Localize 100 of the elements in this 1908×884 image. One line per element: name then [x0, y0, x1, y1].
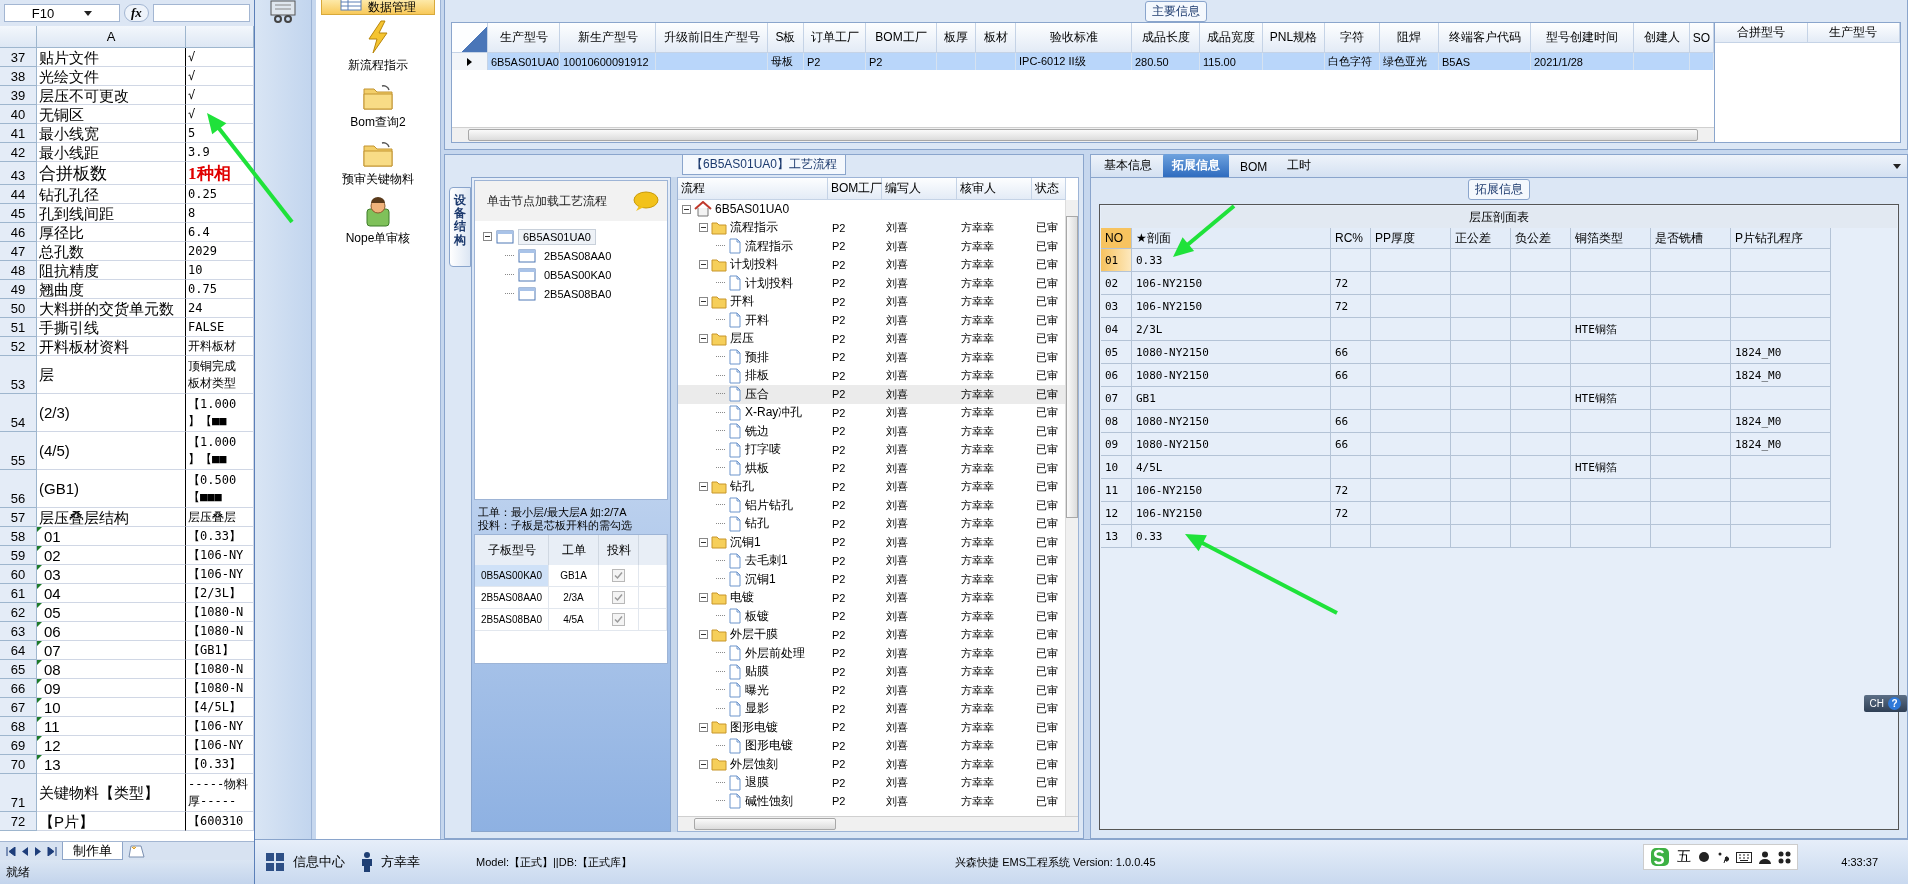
tree-row[interactable]: 图形电镀 P2 刘喜 方幸幸 已审 — [678, 718, 1065, 737]
tree-row[interactable]: 碱性蚀刻 P2 刘喜 方幸幸 已审 — [678, 792, 1065, 811]
row-number[interactable]: 04 — [1101, 318, 1132, 341]
tree-row[interactable]: 沉铜1 P2 刘喜 方幸幸 已审 — [678, 570, 1065, 589]
tab[interactable]: 拓展信息 — [1163, 154, 1229, 177]
collapse-icon[interactable] — [699, 260, 708, 270]
collapse-icon[interactable] — [682, 204, 691, 214]
next-sheet-icon[interactable] — [34, 846, 42, 856]
tree-row[interactable]: 排板 P2 刘喜 方幸幸 已审 — [678, 366, 1065, 385]
column-header[interactable]: 核审人 — [957, 178, 1032, 200]
tree-row[interactable]: 贴膜 P2 刘喜 方幸幸 已审 — [678, 662, 1065, 681]
tree-row[interactable]: 压合 P2 刘喜 方幸幸 已审 — [678, 385, 1065, 404]
column-header[interactable]: 成品宽度 — [1200, 23, 1263, 53]
cell-text[interactable]: 2B5AS08BA0 — [475, 609, 549, 631]
grid-row[interactable]: 6B5AS01UA0 10010600091912 母板 P2 P2 IPC-6012 II级 280.50 115.00 白色字符 绿色亚光 B5AS 2021/1/28 — [452, 53, 1714, 70]
tree-row[interactable]: 开料 P2 刘喜 方幸幸 已审 — [678, 292, 1065, 311]
column-header[interactable]: 验收标准 — [1016, 23, 1132, 53]
collapse-icon[interactable] — [699, 593, 708, 603]
row-header[interactable]: 45 — [0, 204, 37, 223]
row-header[interactable]: 40 — [0, 105, 37, 124]
row-number[interactable]: 12 — [1101, 502, 1132, 525]
column-header[interactable]: S板 — [768, 23, 804, 53]
row-header[interactable]: 58 — [0, 527, 37, 546]
row-header[interactable]: 56 — [0, 470, 37, 508]
column-header[interactable]: PP厚度 — [1371, 228, 1451, 249]
new-sheet-icon[interactable] — [128, 844, 146, 858]
row-header[interactable]: 52 — [0, 337, 37, 356]
row-number[interactable]: 07 — [1101, 387, 1132, 410]
tree-row[interactable]: 开料 P2 刘喜 方幸幸 已审 — [678, 311, 1065, 330]
language-bar[interactable]: CH ? — [1863, 695, 1907, 712]
column-header[interactable]: NO — [1101, 228, 1132, 249]
tree-row[interactable]: 钻孔 P2 刘喜 方幸幸 已审 — [678, 477, 1065, 496]
column-header[interactable]: 订单工厂 — [804, 23, 866, 53]
column-header[interactable]: 是否铣槽 — [1651, 228, 1731, 249]
row-number[interactable]: 02 — [1101, 272, 1132, 295]
row-header[interactable]: 37 — [0, 48, 37, 67]
previous-sheet-icon[interactable] — [21, 846, 29, 856]
row-number[interactable]: 11 — [1101, 479, 1132, 502]
column-header[interactable]: 型号创建时间 — [1531, 23, 1634, 53]
tree-row[interactable]: 预排 P2 刘喜 方幸幸 已审 — [678, 348, 1065, 367]
last-sheet-icon[interactable] — [47, 846, 57, 856]
tree-row[interactable]: 钻孔 P2 刘喜 方幸幸 已审 — [678, 514, 1065, 533]
splitter-handle[interactable] — [671, 177, 677, 832]
row-header[interactable]: 62 — [0, 603, 37, 622]
column-header[interactable]: 新生产型号 — [560, 23, 656, 53]
row-header[interactable]: 60 — [0, 565, 37, 584]
tree-row[interactable]: X-Ray冲孔 P2 刘喜 方幸幸 已审 — [678, 403, 1065, 422]
row-header[interactable]: 71 — [0, 774, 37, 812]
row-number[interactable]: 10 — [1101, 456, 1132, 479]
row-header[interactable]: 42 — [0, 143, 37, 162]
tree-row[interactable]: 计划投料 P2 刘喜 方幸幸 已审 — [678, 274, 1065, 293]
status-item[interactable]: 信息中心 — [293, 853, 345, 871]
column-header[interactable]: 字符 — [1325, 23, 1380, 53]
tree-row[interactable]: 显影 P2 刘喜 方幸幸 已审 — [678, 699, 1065, 718]
status-item[interactable]: 方幸幸 — [381, 853, 420, 871]
apps-icon[interactable] — [1778, 850, 1791, 864]
column-header[interactable]: 子板型号 — [475, 535, 549, 565]
row-header[interactable]: 38 — [0, 67, 37, 86]
column-header[interactable]: 成品长度 — [1132, 23, 1200, 53]
row-header[interactable]: 66 — [0, 679, 37, 698]
row-number[interactable]: 01 — [1101, 249, 1132, 272]
tree-row[interactable]: 计划投料 P2 刘喜 方幸幸 已审 — [678, 255, 1065, 274]
formula-button[interactable]: fx — [124, 4, 149, 22]
row-header[interactable]: 72 — [0, 812, 37, 831]
tree-item[interactable]: 2B5AS08BA0 — [540, 286, 616, 301]
column-header[interactable]: 投料 — [599, 535, 639, 565]
column-header[interactable]: 正公差 — [1451, 228, 1511, 249]
tree-item[interactable]: 0B5AS00KA0 — [540, 267, 616, 282]
sheet-tab[interactable]: 制作单 — [62, 842, 123, 860]
nav-item[interactable]: Nope单审核 — [322, 192, 434, 251]
row-number[interactable]: 03 — [1101, 295, 1132, 318]
tree-row[interactable]: 打字唛 P2 刘喜 方幸幸 已审 — [678, 440, 1065, 459]
collapse-icon[interactable] — [699, 759, 708, 769]
formula-field[interactable] — [152, 4, 250, 22]
tab[interactable]: BOM — [1231, 157, 1277, 177]
row-header[interactable]: 46 — [0, 223, 37, 242]
row-header[interactable]: 64 — [0, 641, 37, 660]
row-header[interactable]: 59 — [0, 546, 37, 565]
row-header[interactable]: 53 — [0, 356, 37, 394]
nav-item[interactable]: Bom查询2 — [322, 78, 434, 135]
tab[interactable]: 基本信息 — [1095, 154, 1161, 177]
column-header[interactable]: 生产型号 — [1807, 23, 1900, 43]
checkbox[interactable] — [612, 613, 625, 626]
side-tab[interactable]: 设备结构 — [449, 187, 471, 267]
column-header[interactable]: 状态 — [1032, 178, 1066, 200]
row-header[interactable]: 70 — [0, 755, 37, 774]
name-box[interactable]: F10 — [4, 4, 120, 22]
column-header[interactable]: BOM工厂 — [866, 23, 937, 53]
horizontal-scrollbar[interactable] — [452, 127, 1714, 142]
tree-row[interactable]: 去毛刺1 P2 刘喜 方幸幸 已审 — [678, 551, 1065, 570]
ime-logo-icon[interactable] — [1650, 847, 1670, 867]
row-header[interactable]: 54 — [0, 394, 37, 432]
tree-row[interactable]: 电镀 P2 刘喜 方幸幸 已审 — [678, 588, 1065, 607]
tree-row[interactable]: 铝片钻孔 P2 刘喜 方幸幸 已审 — [678, 496, 1065, 515]
row-header[interactable]: 41 — [0, 124, 37, 143]
tree-row[interactable]: 外层前处理 P2 刘喜 方幸幸 已审 — [678, 644, 1065, 663]
horizontal-scrollbar[interactable] — [678, 816, 1078, 831]
row-indicator[interactable] — [452, 53, 488, 70]
cell-text[interactable]: 2B5AS08AA0 — [475, 587, 549, 609]
tree-row[interactable]: 铣边 P2 刘喜 方幸幸 已审 — [678, 422, 1065, 441]
